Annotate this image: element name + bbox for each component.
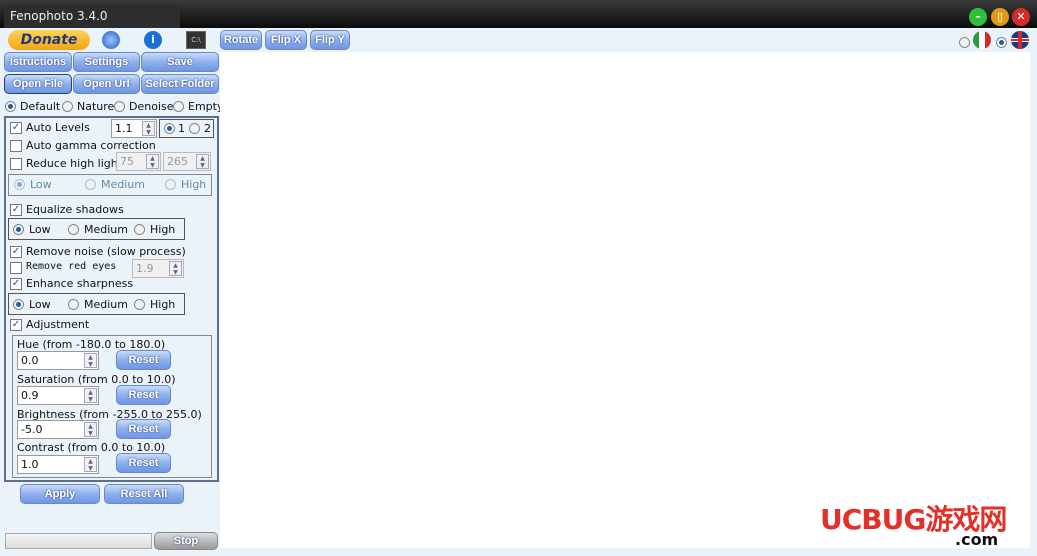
- reduce-highlight-checkbox[interactable]: [10, 158, 22, 170]
- language-english-radio[interactable]: [996, 37, 1007, 48]
- select-folder-button[interactable]: Select Folder: [141, 74, 219, 94]
- instructions-button[interactable]: Istructions: [4, 52, 72, 72]
- preset-denoise-label: Denoise: [129, 100, 174, 113]
- auto-levels-checkbox[interactable]: ✓: [10, 122, 22, 134]
- image-canvas[interactable]: [220, 52, 1030, 548]
- shadows-medium-radio[interactable]: [68, 224, 79, 235]
- open-url-button[interactable]: Open Url: [73, 74, 140, 94]
- sharpness-low-radio[interactable]: [13, 299, 24, 310]
- remove-noise-label: Remove noise (slow process): [26, 245, 186, 258]
- red-eyes-value: 1.9: [136, 262, 154, 275]
- brightness-reset-button[interactable]: Reset: [116, 419, 171, 439]
- mode-1-label: 1: [178, 122, 185, 135]
- adjustment-label: Adjustment: [26, 318, 90, 331]
- highlight-min-value: 75: [120, 155, 134, 168]
- highlight-min-input[interactable]: 75 ▲ ▼: [116, 152, 161, 171]
- highlight-medium-radio[interactable]: [85, 179, 96, 190]
- preset-default-radio[interactable]: [5, 101, 16, 112]
- saturation-input[interactable]: 0.9 ▲ ▼: [17, 386, 99, 405]
- rotate-button[interactable]: Rotate: [220, 30, 262, 50]
- sharpness-low-label: Low: [29, 298, 51, 311]
- highlight-medium-label: Medium: [101, 178, 145, 191]
- language-italian-radio[interactable]: [959, 37, 970, 48]
- sharpness-high-label: High: [150, 298, 176, 311]
- close-icon[interactable]: ✕: [1012, 8, 1030, 26]
- minimize-icon[interactable]: –: [969, 8, 987, 26]
- saturation-value: 0.9: [21, 389, 39, 402]
- apply-button[interactable]: Apply: [20, 484, 100, 504]
- brightness-input[interactable]: -5.0 ▲ ▼: [17, 420, 99, 439]
- maximize-icon[interactable]: ▯: [991, 8, 1009, 26]
- preset-empty-radio[interactable]: [173, 101, 184, 112]
- equalize-shadows-checkbox[interactable]: ✓: [10, 204, 22, 216]
- preset-denoise-radio[interactable]: [114, 101, 125, 112]
- highlight-high-radio[interactable]: [165, 179, 176, 190]
- contrast-reset-button[interactable]: Reset: [116, 453, 171, 473]
- web-globe-icon[interactable]: [102, 31, 120, 49]
- remove-noise-checkbox[interactable]: ✓: [10, 246, 22, 258]
- highlight-low-radio[interactable]: [14, 179, 25, 190]
- highlight-max-value: 265: [167, 155, 188, 168]
- hue-reset-button[interactable]: Reset: [116, 350, 171, 370]
- adjustment-checkbox[interactable]: ✓: [10, 319, 22, 331]
- auto-gamma-checkbox[interactable]: [10, 140, 22, 152]
- save-button[interactable]: Save: [141, 52, 219, 72]
- auto-levels-mode-1-radio[interactable]: [164, 123, 175, 134]
- auto-levels-value: 1.1: [115, 122, 133, 135]
- shadows-low-label: Low: [29, 223, 51, 236]
- equalize-shadows-label: Equalize shadows: [26, 203, 124, 216]
- flip-y-button[interactable]: Flip Y: [310, 30, 350, 50]
- auto-levels-input[interactable]: 1.1 ▲ ▼: [111, 119, 157, 138]
- mode-2-label: 2: [204, 122, 211, 135]
- shadows-high-label: High: [150, 223, 176, 236]
- shadows-high-radio[interactable]: [134, 224, 145, 235]
- shadows-medium-label: Medium: [84, 223, 128, 236]
- shadows-low-radio[interactable]: [13, 224, 24, 235]
- donate-button[interactable]: Donate: [8, 30, 90, 50]
- saturation-reset-button[interactable]: Reset: [116, 385, 171, 405]
- hue-value: 0.0: [21, 354, 39, 367]
- open-file-button[interactable]: Open File: [4, 74, 72, 94]
- reset-all-button[interactable]: Reset All: [104, 484, 184, 504]
- window-title: Fenophoto 3.4.0: [4, 5, 180, 28]
- preset-default-label: Default: [20, 100, 61, 113]
- auto-levels-label: Auto Levels: [26, 121, 90, 134]
- contrast-value: 1.0: [21, 458, 39, 471]
- settings-button[interactable]: Settings: [73, 52, 140, 72]
- highlight-high-label: High: [181, 178, 207, 191]
- preset-empty-label: Empty: [188, 100, 224, 113]
- info-icon[interactable]: i: [144, 31, 162, 49]
- italy-flag-icon: [973, 31, 991, 49]
- remove-red-eyes-checkbox[interactable]: [10, 262, 22, 274]
- enhance-sharpness-label: Enhance sharpness: [26, 277, 134, 290]
- console-icon[interactable]: C:\: [186, 31, 206, 49]
- brightness-value: -5.0: [21, 423, 43, 436]
- red-eyes-input[interactable]: 1.9 ▲ ▼: [132, 259, 184, 278]
- sharpness-medium-label: Medium: [84, 298, 128, 311]
- preset-nature-label: Nature: [77, 100, 115, 113]
- hue-input[interactable]: 0.0 ▲ ▼: [17, 351, 99, 370]
- remove-red-eyes-label: Remove red eyes: [26, 261, 117, 272]
- highlight-low-label: Low: [30, 178, 52, 191]
- auto-gamma-label: Auto gamma correction: [26, 139, 156, 152]
- sharpness-medium-radio[interactable]: [68, 299, 79, 310]
- watermark-sub: .com: [955, 530, 999, 549]
- progress-bar: [5, 533, 152, 549]
- uk-flag-icon: [1011, 31, 1029, 49]
- enhance-sharpness-checkbox[interactable]: ✓: [10, 278, 22, 290]
- highlight-max-input[interactable]: 265 ▲ ▼: [163, 152, 211, 171]
- flip-x-button[interactable]: Flip X: [265, 30, 307, 50]
- stop-button[interactable]: Stop: [154, 532, 218, 550]
- auto-levels-mode-2-radio[interactable]: [189, 123, 200, 134]
- reduce-highlight-label: Reduce high light: [26, 157, 123, 170]
- preset-nature-radio[interactable]: [62, 101, 73, 112]
- contrast-input[interactable]: 1.0 ▲ ▼: [17, 455, 99, 474]
- sharpness-high-radio[interactable]: [134, 299, 145, 310]
